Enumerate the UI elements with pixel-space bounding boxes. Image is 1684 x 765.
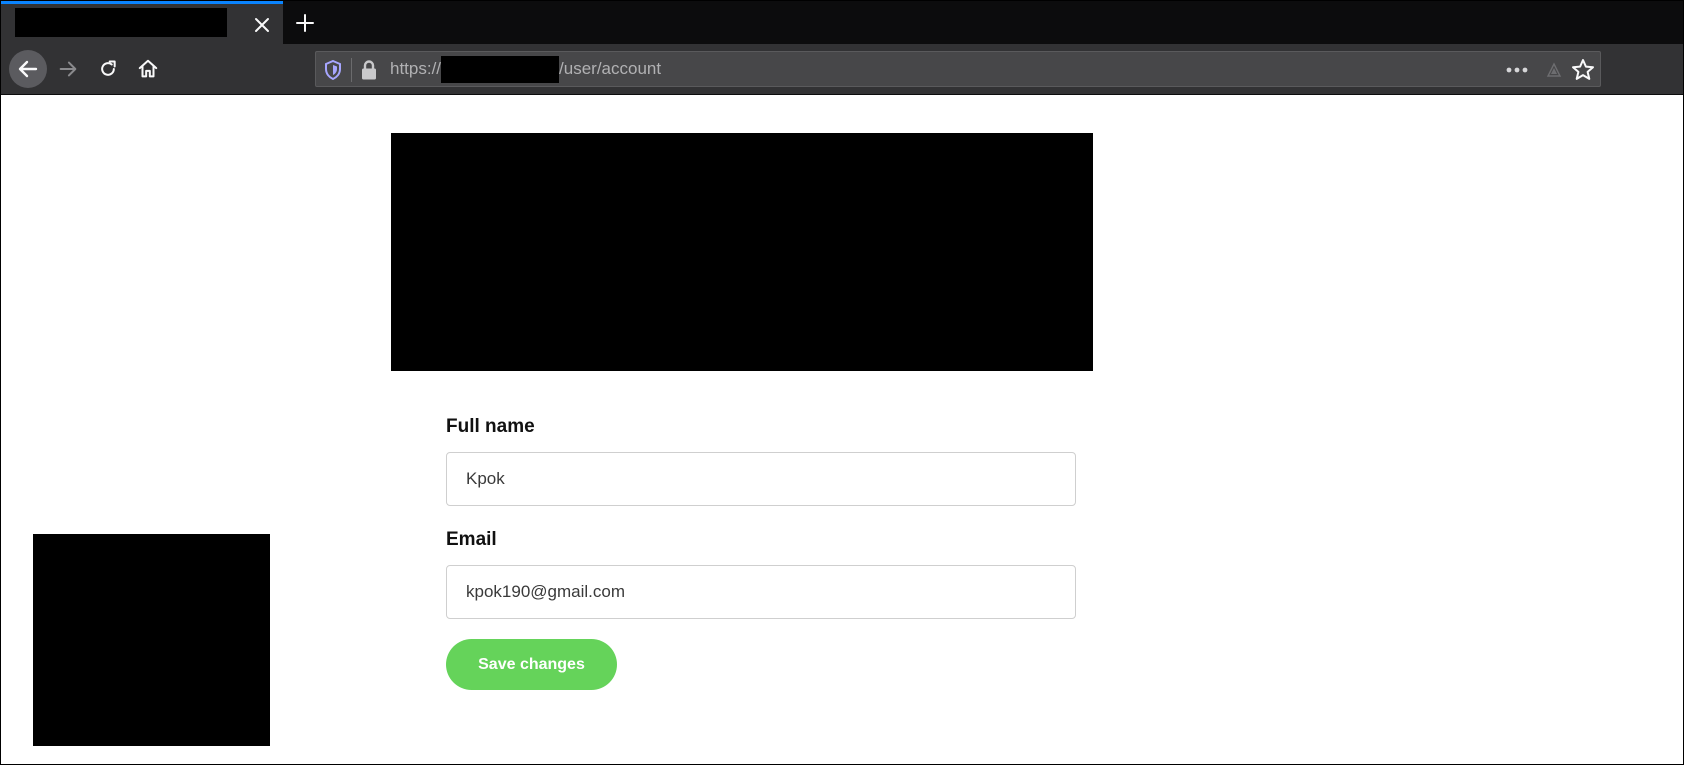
url-text[interactable]: https:// /user/account bbox=[390, 52, 661, 86]
redacted-side-image bbox=[33, 534, 270, 746]
reload-button[interactable] bbox=[89, 50, 127, 88]
plus-icon bbox=[296, 14, 314, 32]
back-button[interactable] bbox=[9, 50, 47, 88]
close-icon bbox=[255, 18, 269, 32]
full-name-label: Full name bbox=[446, 416, 535, 437]
tab-strip bbox=[1, 1, 1683, 44]
email-label: Email bbox=[446, 529, 497, 550]
navigation-toolbar: https:// /user/account bbox=[1, 44, 1683, 95]
reload-icon bbox=[101, 60, 116, 76]
arrow-left-icon bbox=[18, 60, 38, 78]
reader-view-icon[interactable] bbox=[1544, 60, 1564, 80]
page-content: Full name Email Save changes bbox=[1, 95, 1683, 764]
home-button[interactable] bbox=[129, 50, 167, 88]
url-host-redacted bbox=[441, 55, 560, 83]
forward-button[interactable] bbox=[49, 50, 87, 88]
browser-window: https:// /user/account Full name Kpok Em… bbox=[0, 0, 1684, 765]
save-changes-button[interactable]: Save changes bbox=[446, 639, 617, 690]
arrow-right-icon bbox=[59, 61, 77, 77]
url-scheme: https:// bbox=[390, 59, 442, 78]
address-bar[interactable]: https:// /user/account bbox=[315, 51, 1601, 87]
url-path: /user/account bbox=[559, 59, 662, 78]
more-dots-icon[interactable] bbox=[1502, 60, 1532, 80]
tab-active[interactable] bbox=[1, 1, 283, 44]
tab-title-redacted bbox=[15, 8, 227, 37]
star-icon[interactable] bbox=[1570, 57, 1596, 83]
redacted-banner bbox=[391, 133, 1093, 371]
new-tab-button[interactable] bbox=[291, 9, 319, 37]
full-name-input[interactable] bbox=[446, 452, 1076, 506]
address-bar-separator bbox=[351, 58, 352, 82]
email-input[interactable] bbox=[446, 565, 1076, 619]
tab-close-button[interactable] bbox=[249, 12, 275, 38]
home-icon bbox=[138, 59, 158, 78]
shield-icon[interactable] bbox=[324, 60, 342, 80]
lock-icon[interactable] bbox=[360, 59, 378, 81]
